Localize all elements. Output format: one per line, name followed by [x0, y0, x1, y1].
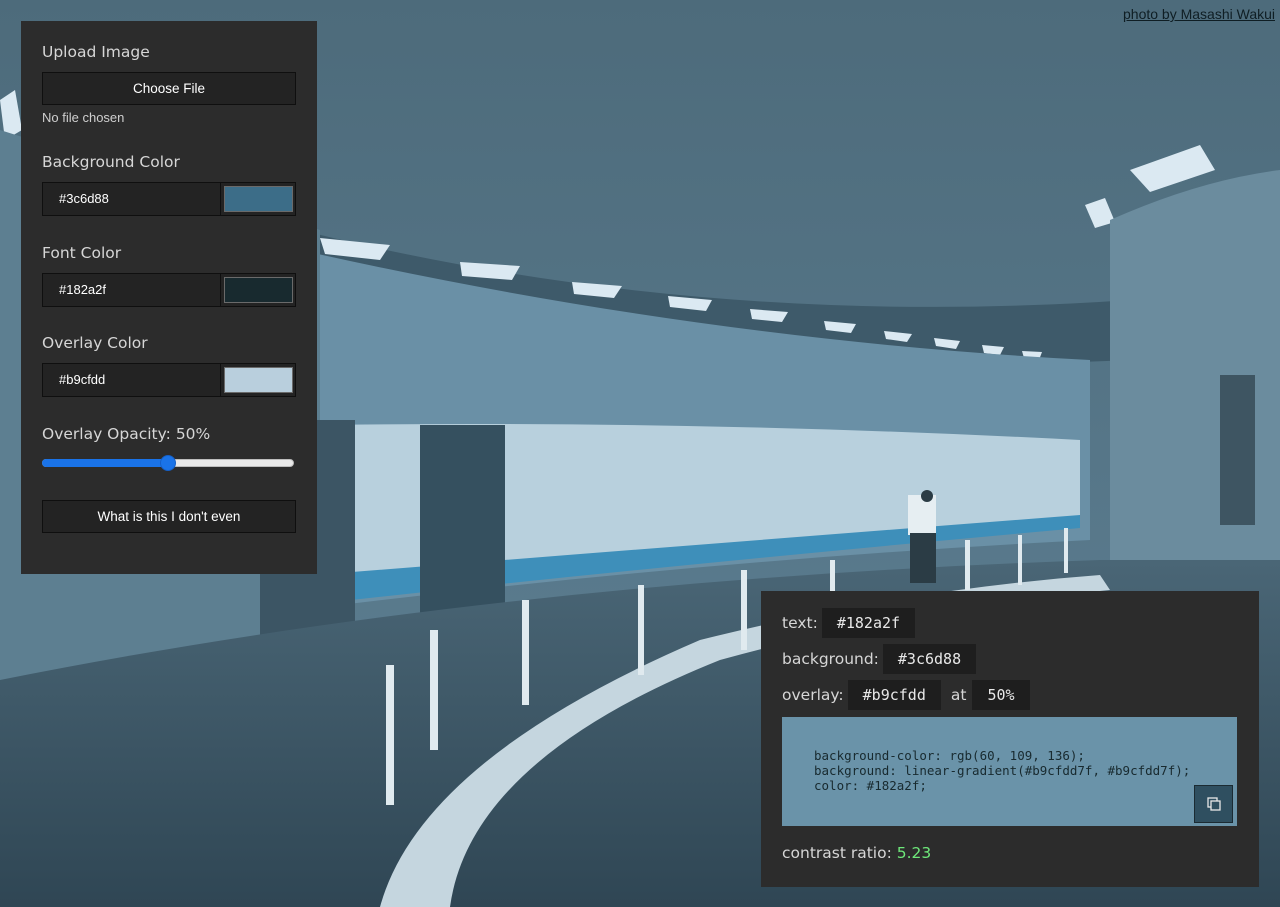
overlay-opacity-slider[interactable] — [42, 454, 294, 472]
contrast-label: contrast ratio: — [782, 844, 892, 862]
what-is-this-button[interactable]: What is this I don't even — [42, 500, 296, 533]
overlay-color-picker[interactable] — [221, 364, 295, 396]
overlay-label: overlay: — [782, 686, 844, 704]
file-status-text: No file chosen — [42, 110, 125, 125]
font-color-label: Font Color — [42, 244, 122, 262]
css-line-3: color: #182a2f; — [814, 778, 927, 793]
overlay-color-swatch — [224, 367, 293, 393]
text-color-row: text: #182a2f — [782, 608, 1238, 638]
background-color-field: #3c6d88 — [42, 182, 296, 216]
css-line-2: background: linear-gradient(#b9cfdd7f, #… — [814, 763, 1191, 778]
choose-file-button[interactable]: Choose File — [42, 72, 296, 105]
background-color-picker[interactable] — [221, 183, 295, 215]
overlay-row: overlay: #b9cfdd at 50% — [782, 680, 1238, 710]
text-label: text: — [782, 614, 818, 632]
background-label: background: — [782, 650, 879, 668]
css-line-1: background-color: rgb(60, 109, 136); — [814, 748, 1085, 763]
text-color-value: #182a2f — [821, 608, 916, 638]
output-panel: text: #182a2f background: #3c6d88 overla… — [761, 591, 1259, 887]
control-panel: Upload Image Choose File No file chosen … — [21, 21, 317, 574]
background-color-label: Background Color — [42, 153, 180, 171]
font-color-swatch — [224, 277, 293, 303]
copy-button[interactable] — [1194, 785, 1233, 823]
contrast-value: 5.23 — [896, 844, 932, 862]
contrast-ratio: contrast ratio: 5.23 — [782, 844, 1238, 862]
background-color-row: background: #3c6d88 — [782, 644, 1238, 674]
background-color-input[interactable]: #3c6d88 — [43, 183, 221, 215]
overlay-color-field: #b9cfdd — [42, 363, 296, 397]
overlay-opacity-label: Overlay Opacity: 50% — [42, 425, 211, 443]
overlay-color-input[interactable]: #b9cfdd — [43, 364, 221, 396]
background-color-swatch — [224, 186, 293, 212]
overlay-opacity-value: 50% — [972, 680, 1030, 710]
css-code-block: background-color: rgb(60, 109, 136); back… — [782, 717, 1237, 826]
at-label: at — [950, 686, 967, 704]
slider-fill — [42, 459, 168, 467]
slider-thumb[interactable] — [160, 455, 176, 471]
copy-icon — [1206, 797, 1221, 811]
background-color-value: #3c6d88 — [882, 644, 977, 674]
font-color-input[interactable]: #182a2f — [43, 274, 221, 306]
photo-credit-link[interactable]: photo by Masashi Wakui — [1123, 6, 1275, 22]
upload-image-label: Upload Image — [42, 43, 150, 61]
font-color-field: #182a2f — [42, 273, 296, 307]
overlay-color-value: #b9cfdd — [847, 680, 941, 710]
overlay-color-label: Overlay Color — [42, 334, 148, 352]
font-color-picker[interactable] — [221, 274, 295, 306]
